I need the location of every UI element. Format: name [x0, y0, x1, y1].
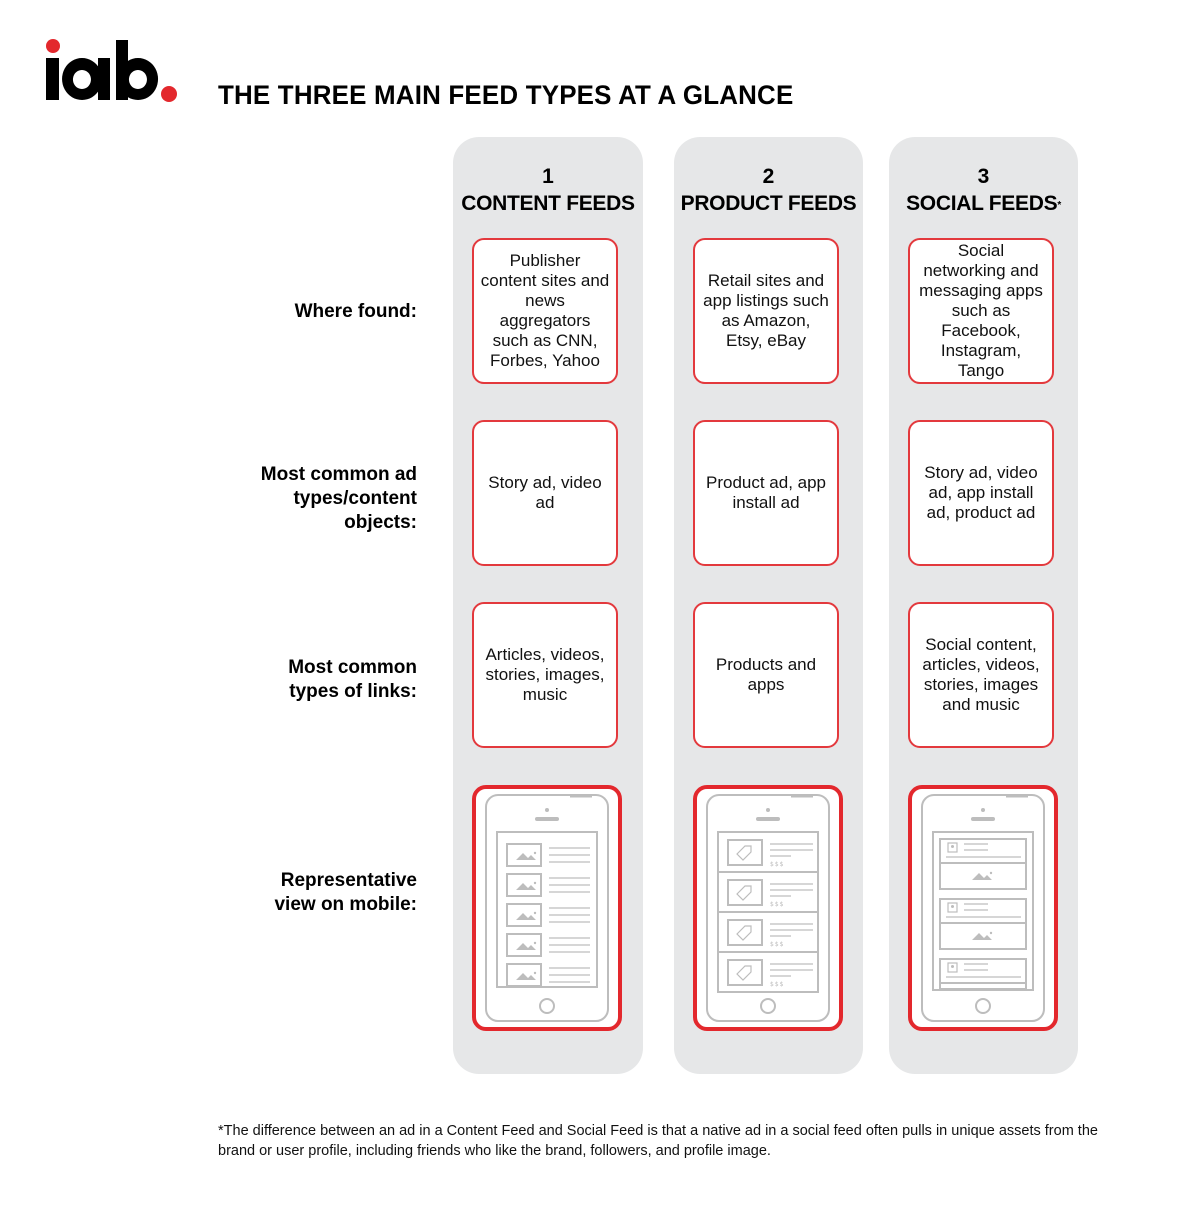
cell-text: Publisher content sites and news aggrega… [480, 251, 610, 370]
cell-text: Story ad, video ad, app install ad, prod… [924, 463, 1038, 522]
cell-ad-types: Story ad, video ad, app install ad, prod… [908, 420, 1054, 566]
social-post [939, 898, 1027, 950]
row-label-mobile-view: Representative view on mobile: [274, 869, 417, 917]
cell-where-found: Publisher content sites and news aggrega… [472, 238, 618, 384]
cell-text: Articles, videos, stories, images, music [485, 645, 605, 704]
row-label-where-found: Where found: [295, 300, 417, 324]
footnote: *The difference between an ad in a Conte… [218, 1123, 1098, 1159]
column-number: 2 [762, 165, 775, 188]
page-title: THE THREE MAIN FEED TYPES AT A GLANCE [218, 80, 794, 110]
price-placeholder: $$$ [770, 861, 784, 868]
product-row: $$$ [718, 911, 818, 948]
social-feed-phone-icon [921, 794, 1045, 1022]
column-name: CONTENT FEEDS [453, 190, 643, 218]
cell-link-types: Social content, articles, videos, storie… [908, 602, 1054, 748]
column-name-text: PRODUCT FEEDS [680, 192, 857, 215]
feed-row [506, 843, 590, 867]
iab-logo [42, 36, 182, 106]
column-name: PRODUCT FEEDS [674, 190, 863, 218]
cell-text: Product ad, app install ad [705, 473, 827, 512]
row-label-ad-types: Most common ad types/content objects: [261, 463, 417, 535]
cell-text: Social content, articles, videos, storie… [922, 635, 1040, 714]
column-header: 2 PRODUCT FEEDS [674, 164, 863, 218]
price-placeholder: $$$ [770, 981, 784, 988]
footnote-marker: * [1057, 200, 1061, 211]
cell-ad-types: Product ad, app install ad [693, 420, 839, 566]
price-placeholder: $$$ [770, 901, 784, 908]
row-label-line: Where found: [294, 301, 417, 322]
feed-row [506, 963, 590, 987]
row-label-line: objects: [344, 512, 417, 533]
column-header: 3 SOCIAL FEEDS* [889, 164, 1078, 218]
column-name-text: SOCIAL FEEDS [906, 192, 1058, 215]
row-label-line: Most common ad [260, 464, 417, 485]
feed-row [506, 873, 590, 897]
feed-row [506, 903, 590, 927]
cell-link-types: Products and apps [693, 602, 839, 748]
column-header: 1 CONTENT FEEDS [453, 164, 643, 218]
row-label-line: Representative [280, 870, 417, 891]
mobile-view-frame [472, 785, 622, 1031]
column-name-text: CONTENT FEEDS [461, 192, 635, 215]
feed-row [506, 933, 590, 957]
cell-where-found: Retail sites and app listings such as Am… [693, 238, 839, 384]
cell-text: Retail sites and app listings such as Am… [703, 271, 829, 350]
social-post [939, 958, 1027, 990]
cell-ad-types: Story ad, video ad [472, 420, 618, 566]
mobile-view-frame [908, 785, 1058, 1031]
column-name: SOCIAL FEEDS* [889, 190, 1078, 218]
cell-text: Products and apps [715, 655, 817, 694]
row-label-link-types: Most common types of links: [288, 656, 417, 704]
price-placeholder: $$$ [770, 941, 784, 948]
column-social-feeds: 3 SOCIAL FEEDS* Social networking and me… [889, 137, 1078, 1074]
iab-logo-mark [46, 39, 177, 102]
social-post [939, 838, 1027, 890]
column-number: 1 [542, 165, 554, 188]
row-label-line: types/content [293, 488, 417, 509]
mobile-view-frame: $$$ $$$ $$$ $$$ [693, 785, 843, 1031]
cell-text: Story ad, video ad [488, 473, 602, 512]
product-row: $$$ [718, 951, 818, 988]
cell-text: Social networking and messaging apps suc… [919, 241, 1043, 380]
column-content-feeds: 1 CONTENT FEEDS Publisher content sites … [453, 137, 643, 1074]
column-product-feeds: 2 PRODUCT FEEDS Retail sites and app lis… [674, 137, 863, 1074]
cell-link-types: Articles, videos, stories, images, music [472, 602, 618, 748]
content-feed-phone-icon [485, 794, 609, 1022]
row-label-line: Most common [288, 657, 417, 678]
column-number: 3 [977, 165, 990, 188]
row-label-line: types of links: [289, 681, 417, 702]
product-feed-phone-icon: $$$ $$$ $$$ $$$ [706, 794, 830, 1022]
product-row: $$$ [718, 871, 818, 908]
row-label-line: view on mobile: [274, 894, 417, 915]
product-row: $$$ [727, 839, 813, 868]
cell-where-found: Social networking and messaging apps suc… [908, 238, 1054, 384]
